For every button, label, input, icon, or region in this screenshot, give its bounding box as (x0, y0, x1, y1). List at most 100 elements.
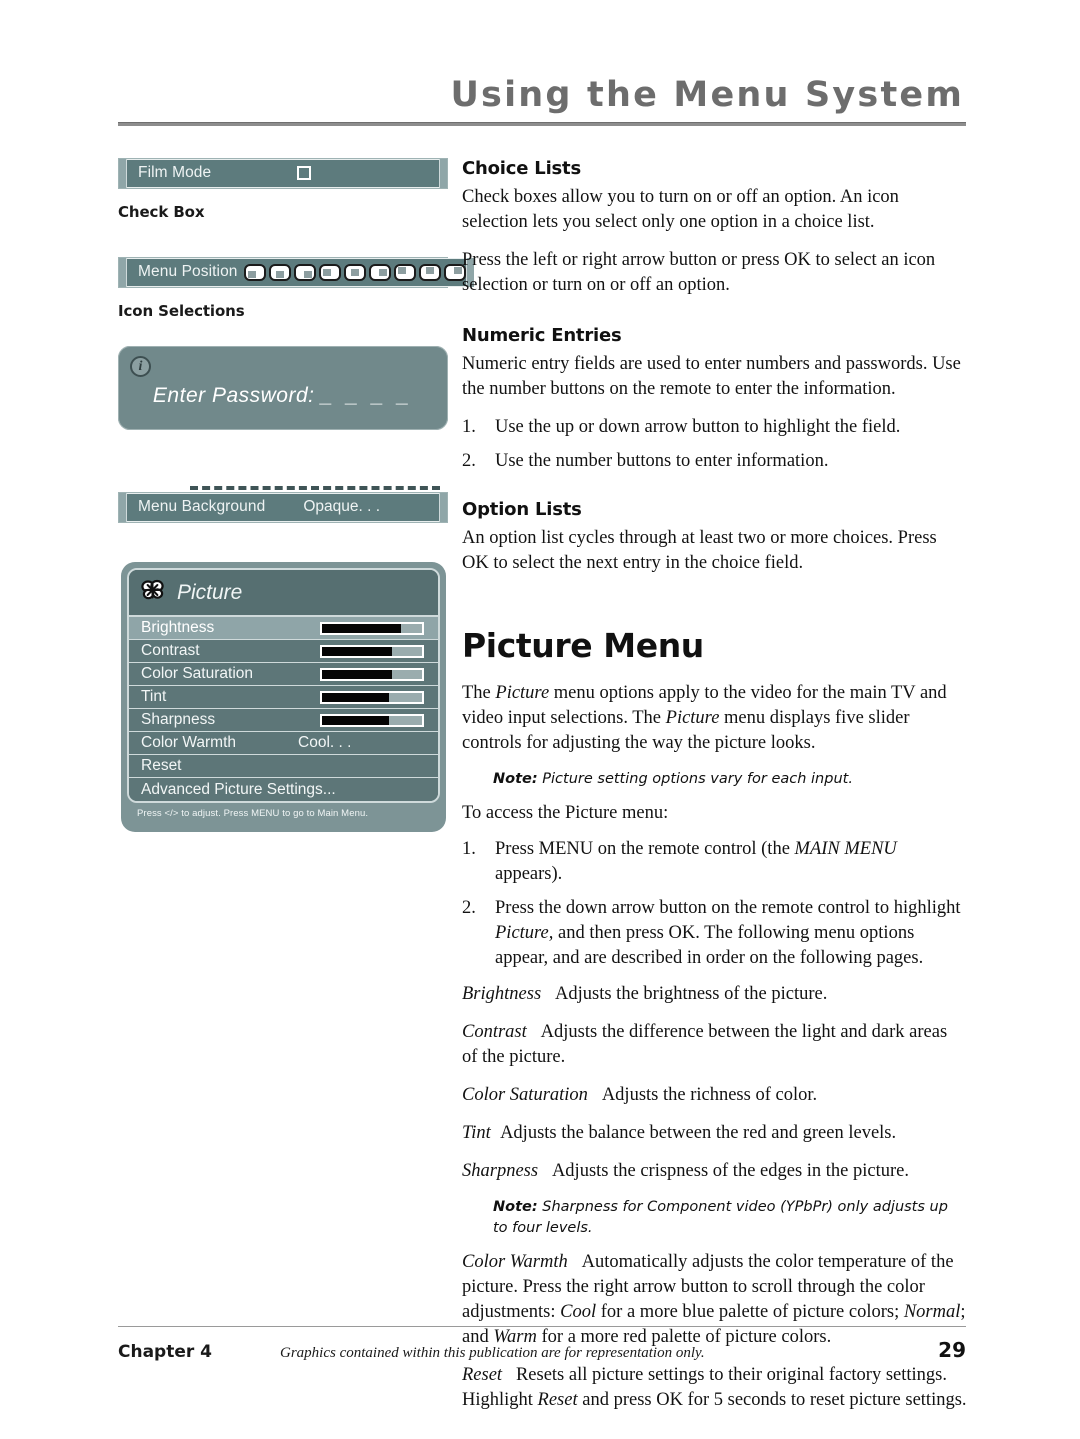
footer-divider (118, 1326, 966, 1327)
definition-sharpness: Sharpness Adjusts the crispness of the e… (462, 1159, 967, 1184)
osd-left-edge (119, 493, 127, 522)
picture-row-label: Color Warmth (141, 734, 237, 751)
step-text: Use the number buttons to enter informat… (495, 451, 829, 471)
heading-numeric-entries: Numeric Entries (462, 325, 622, 346)
note-text: Sharpness for Component video (YPbPr) on… (493, 1199, 948, 1236)
note-label: Note: (493, 1199, 538, 1215)
picture-row-label: Brightness (141, 619, 215, 636)
menu-background-label: Menu Background (138, 498, 266, 515)
step-text: Use the up or down arrow button to highl… (495, 417, 901, 437)
list-item: 1. Press MENU on the remote control (the… (462, 837, 967, 887)
definition-brightness: Brightness Adjusts the brightness of the… (462, 982, 967, 1007)
picture-menu-panel: Picture Brightness Contrast Color Satura… (121, 562, 446, 832)
picture-row-reset[interactable]: Reset (129, 755, 438, 778)
position-top-center-icon[interactable] (418, 263, 441, 281)
picture-menu-access-line: To access the Picture menu: (462, 803, 669, 823)
definition-tint: Tint Adjusts the balance between the red… (462, 1121, 967, 1146)
menu-position-icon-row (243, 263, 466, 281)
footer-note: Graphics contained within this publicati… (280, 1345, 705, 1361)
osd-option-list-widget[interactable]: Menu Background Opaque. . . (118, 492, 448, 523)
osd-password-box[interactable]: i Enter Password: _ _ _ _ (118, 346, 448, 430)
position-bottom-left-icon[interactable] (243, 263, 266, 281)
definition-term: Color Saturation (462, 1085, 588, 1105)
note-sharpness-component: Note: Sharpness for Component video (YPb… (462, 1197, 967, 1239)
color-saturation-slider[interactable] (320, 667, 424, 681)
list-item: 2. Use the number buttons to enter infor… (462, 449, 967, 474)
term-picture: Picture (495, 683, 550, 703)
check-box-caption: Check Box (118, 203, 205, 221)
picture-row-label: Reset (141, 757, 182, 774)
picture-menu-header: Picture (129, 570, 438, 617)
step-number: 1. (462, 417, 476, 437)
definition-reset: Reset Resets all picture settings to the… (462, 1365, 967, 1410)
menu-background-value[interactable]: Opaque. . . (303, 498, 380, 516)
emphasis-cool: Cool (560, 1302, 597, 1322)
picture-menu-steps: 1. Press MENU on the remote control (the… (462, 837, 967, 971)
picture-row-contrast[interactable]: Contrast (129, 640, 438, 663)
position-middle-center-icon[interactable] (343, 263, 366, 281)
password-blanks[interactable]: _ _ _ _ (321, 384, 413, 407)
definition-term: Reset (462, 1365, 503, 1385)
right-text-column: Choice Lists Check boxes allow you to tu… (462, 158, 967, 1426)
picture-menu-inner: Picture Brightness Contrast Color Satura… (127, 568, 440, 803)
osd-icon-selection-widget[interactable]: Menu Position (118, 257, 474, 288)
heading-picture-menu: Picture Menu (462, 626, 704, 665)
picture-row-color-warmth[interactable]: Color Warmth Cool. . . (129, 732, 438, 755)
slider-fill (322, 692, 389, 702)
note-picture-settings: Note: Picture setting options vary for e… (462, 769, 967, 790)
position-bottom-right-icon[interactable] (293, 263, 316, 281)
definition-contrast: Contrast Adjusts the difference between … (462, 1020, 967, 1070)
step-text: Press the down arrow button on the remot… (495, 898, 961, 968)
emphasis-reset: Reset (537, 1390, 578, 1410)
numeric-entries-paragraph-1: Numeric entry fields are used to enter n… (462, 354, 961, 399)
picture-row-label: Advanced Picture Settings... (141, 780, 336, 798)
osd-right-edge (439, 493, 447, 522)
tint-slider[interactable] (320, 690, 424, 704)
picture-row-color-saturation[interactable]: Color Saturation (129, 663, 438, 686)
definition-term: Brightness (462, 984, 542, 1004)
butterfly-picture-icon (141, 579, 167, 606)
picture-row-label: Sharpness (141, 711, 216, 728)
sharpness-slider[interactable] (320, 713, 424, 727)
password-prompt-label: Enter Password: (152, 384, 315, 407)
color-warmth-value[interactable]: Cool. . . (298, 734, 351, 752)
brightness-slider[interactable] (320, 621, 424, 635)
picture-row-brightness[interactable]: Brightness (129, 617, 438, 640)
picture-row-advanced-settings[interactable]: Advanced Picture Settings... (129, 778, 438, 801)
picture-row-tint[interactable]: Tint (129, 686, 438, 709)
osd-icon-selection-body: Menu Position (127, 258, 466, 287)
position-top-left-icon[interactable] (393, 263, 416, 281)
picture-row-sharpness[interactable]: Sharpness (129, 709, 438, 732)
note-label: Note: (493, 771, 538, 787)
position-middle-left-icon[interactable] (318, 263, 341, 281)
heading-choice-lists: Choice Lists (462, 158, 581, 179)
choice-lists-paragraph-1: Check boxes allow you to turn on or off … (462, 187, 899, 232)
choice-lists-paragraph-2: Press the left or right arrow button or … (462, 250, 936, 295)
option-lists-paragraph-1: An option list cycles through at least t… (462, 528, 937, 573)
page-title: Using the Menu System (450, 75, 964, 115)
page-footer: Chapter 4 Graphics contained within this… (118, 1326, 966, 1362)
info-icon: i (130, 356, 151, 377)
definition-text: Adjusts the balance between the red and … (500, 1123, 897, 1143)
slider-fill (322, 646, 392, 656)
position-bottom-center-icon[interactable] (268, 263, 291, 281)
osd-checkbox-widget[interactable]: Film Mode (118, 158, 448, 189)
film-mode-label: Film Mode (138, 164, 212, 181)
picture-row-label: Color Saturation (141, 665, 254, 682)
checkbox-icon[interactable] (297, 166, 312, 180)
left-illustration-column: Film Mode Check Box Menu Position Icon S… (118, 158, 474, 523)
contrast-slider[interactable] (320, 644, 424, 658)
emphasis-main-menu: MAIN MENU (794, 839, 897, 859)
header-divider (118, 122, 966, 126)
osd-left-edge (119, 258, 127, 287)
osd-right-edge (439, 159, 447, 188)
password-prompt: Enter Password: _ _ _ _ (118, 384, 448, 408)
slider-fill (322, 623, 401, 633)
chapter-label: Chapter 4 (118, 1342, 213, 1362)
position-middle-right-icon[interactable] (368, 263, 391, 281)
definition-term: Tint (462, 1123, 491, 1143)
definition-color-saturation: Color Saturation Adjusts the richness of… (462, 1083, 967, 1108)
page-header: Using the Menu System (118, 78, 966, 126)
definition-term: Contrast (462, 1022, 527, 1042)
osd-checkbox-body: Film Mode (127, 159, 439, 188)
